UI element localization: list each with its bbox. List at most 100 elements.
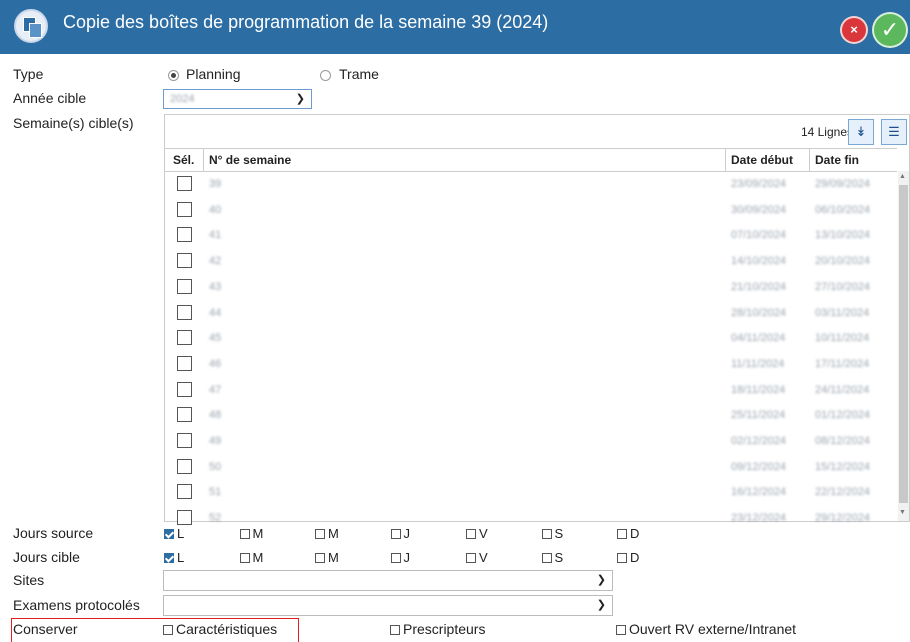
checkbox[interactable] [164,529,174,539]
day-option[interactable]: S [541,526,563,541]
week-number: 40 [209,203,222,216]
row-checkbox[interactable] [177,201,192,217]
table-row[interactable]: 48 25/11/2024 01/12/2024 [165,403,897,429]
col-sel[interactable]: Sél. [173,153,194,167]
checkbox[interactable] [315,553,325,563]
table-row[interactable]: 51 16/12/2024 22/12/2024 [165,480,897,506]
day-option[interactable]: L [164,526,184,541]
table-row[interactable]: 47 18/11/2024 24/11/2024 [165,378,897,404]
day-option[interactable]: D [617,526,639,541]
end-date: 08/12/2024 [815,435,871,447]
checkbox[interactable] [616,625,626,635]
row-checkbox[interactable] [177,433,192,448]
row-checkbox[interactable] [177,330,192,346]
radio-trame[interactable] [320,70,331,81]
table-row[interactable]: 40 30/09/2024 06/10/2024 [165,198,897,224]
day-option[interactable]: V [466,550,488,565]
row-checkbox[interactable] [177,278,192,294]
row-checkbox[interactable] [177,176,192,191]
option-caracteristiques[interactable]: Caractéristiques [163,621,277,637]
checkbox[interactable] [390,529,401,539]
option-prescripteurs[interactable]: Prescripteurs [390,621,485,637]
checkbox[interactable] [239,529,250,539]
end-date: 15/12/2024 [815,460,871,473]
day-option[interactable]: M [239,526,263,541]
examens-select[interactable]: ❯ [163,595,613,616]
table-row[interactable]: 41 07/10/2024 13/10/2024 [165,223,897,249]
day-option[interactable]: J [390,526,410,541]
lines-count: 14 Lignes [800,125,853,139]
list-view-button[interactable]: ☰ [881,119,907,145]
end-date: 01/12/2024 [815,409,871,422]
select-all-button[interactable]: ↡ [848,119,874,145]
option-ouvert-rv[interactable]: Ouvert RV externe/Intranet [616,621,796,637]
end-date: 22/12/2024 [815,486,871,499]
row-checkbox[interactable] [177,458,192,474]
row-checkbox[interactable] [177,304,192,320]
checkbox[interactable] [164,553,174,563]
title-bar: Copie des boîtes de programmation de la … [0,0,910,54]
day-option[interactable]: M [315,526,339,541]
scroll-down-icon[interactable]: ▼ [899,509,906,516]
start-date: 11/11/2024 [731,357,785,370]
table-row[interactable]: 46 11/11/2024 17/11/2024 [165,352,897,378]
checkbox[interactable] [390,625,400,635]
checkbox[interactable] [541,553,552,563]
checkbox[interactable] [617,529,627,539]
day-option[interactable]: D [617,550,639,565]
row-checkbox[interactable] [177,407,192,423]
week-number: 45 [209,332,222,345]
scrollbar[interactable]: ▲ ▼ [898,171,909,521]
start-date: 18/11/2024 [731,383,786,396]
checkbox[interactable] [466,529,476,539]
table-row[interactable]: 44 28/10/2024 03/11/2024 [165,301,897,327]
week-number: 48 [209,409,222,422]
week-number: 41 [209,229,222,242]
week-number: 47 [209,383,222,396]
checkbox[interactable] [466,553,476,563]
start-date: 14/10/2024 [731,255,787,268]
table-row[interactable]: 50 09/12/2024 15/12/2024 [165,455,897,481]
day-option[interactable]: L [164,550,184,565]
dialog-title: Copie des boîtes de programmation de la … [63,12,549,32]
weeks-list: 14 Lignes ↡ ☰ Sél. N° de semaine Date dé… [164,114,910,526]
checkbox[interactable] [315,529,325,539]
radio-planning[interactable] [168,70,179,81]
day-option[interactable]: S [541,550,563,565]
scroll-up-icon[interactable]: ▲ [899,173,906,180]
close-button[interactable]: × [842,18,866,42]
sites-select[interactable]: ❯ [163,570,613,591]
week-number: 51 [209,486,222,499]
end-date: 03/11/2024 [815,306,870,319]
table-row[interactable]: 45 04/11/2024 10/11/2024 [165,326,897,352]
checkbox[interactable] [390,553,401,563]
day-option[interactable]: V [466,526,488,541]
checkbox[interactable] [239,553,250,563]
row-checkbox[interactable] [177,510,192,526]
day-option[interactable]: J [390,550,410,565]
annee-select[interactable]: 2024 ❯ [163,89,312,109]
col-start[interactable]: Date début [731,153,793,167]
table-row[interactable]: 52 23/12/2024 29/12/2024 [165,506,897,532]
day-option[interactable]: M [239,550,263,565]
table-row[interactable]: 43 21/10/2024 27/10/2024 [165,275,897,301]
checkbox[interactable] [617,553,627,563]
checkbox[interactable] [163,625,173,635]
week-number: 50 [209,460,222,473]
row-checkbox[interactable] [177,253,192,269]
table-row[interactable]: 39 23/09/2024 29/09/2024 [165,172,897,198]
table-row[interactable]: 49 02/12/2024 08/12/2024 [165,429,897,455]
row-checkbox[interactable] [177,227,192,243]
start-date: 23/12/2024 [731,512,787,525]
scroll-thumb[interactable] [899,185,908,503]
end-date: 17/11/2024 [815,357,870,370]
col-week[interactable]: N° de semaine [209,153,291,167]
row-checkbox[interactable] [177,355,192,371]
confirm-button[interactable]: ✓ [874,14,906,46]
col-end[interactable]: Date fin [815,153,859,167]
day-option[interactable]: M [315,550,339,565]
checkbox[interactable] [541,529,552,539]
table-row[interactable]: 42 14/10/2024 20/10/2024 [165,249,897,275]
row-checkbox[interactable] [177,381,192,397]
row-checkbox[interactable] [177,484,192,500]
